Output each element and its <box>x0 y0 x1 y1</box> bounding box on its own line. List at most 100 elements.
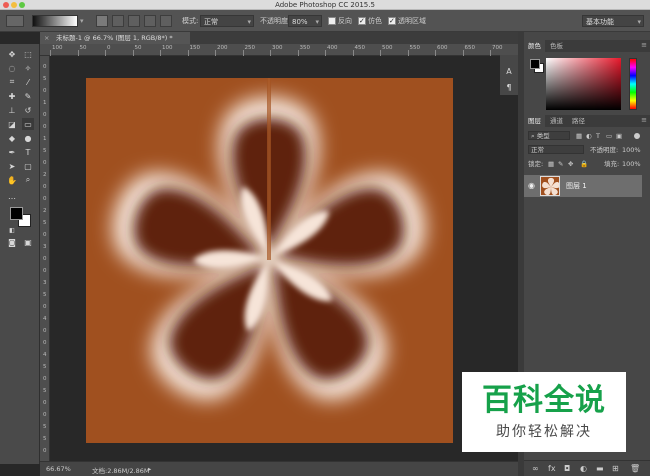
layer-style-icon[interactable]: fx <box>548 464 556 473</box>
link-layers-icon[interactable]: ∞ <box>532 464 539 473</box>
dither-checkbox[interactable] <box>358 15 366 27</box>
transparency-checkbox[interactable] <box>388 15 396 27</box>
tool-preset-picker[interactable] <box>6 15 24 27</box>
marquee-tool-icon[interactable]: ⬚ <box>22 48 34 60</box>
zoom-level[interactable]: 66.67% <box>46 465 71 473</box>
tab-swatches[interactable]: 色板 <box>546 40 567 52</box>
horizontal-ruler: 100 50 0 50 100 150 200 250 300 350 400 450 500 550 60… <box>40 44 518 56</box>
type-tool-icon[interactable]: T <box>22 146 34 158</box>
ruler-label: 5 <box>43 388 47 394</box>
path-selection-tool-icon[interactable]: ➤ <box>6 160 18 172</box>
color-field[interactable] <box>546 58 621 110</box>
screen-mode-icon[interactable]: ▣ <box>22 236 34 248</box>
crop-tool-icon[interactable]: ⌗ <box>6 76 18 88</box>
adjustment-layer-icon[interactable]: ◐ <box>580 464 587 473</box>
linear-gradient-button[interactable] <box>96 15 108 27</box>
gradient-picker-caret[interactable]: ▾ <box>80 15 84 27</box>
quick-mask-icon[interactable]: ◙ <box>6 236 18 248</box>
dodge-tool-icon[interactable]: ● <box>22 132 34 144</box>
fill-label: 填充: <box>604 160 620 168</box>
delete-layer-icon[interactable]: 🗑 <box>630 464 640 473</box>
hue-slider[interactable] <box>629 58 637 110</box>
watermark-title: 百科全说 <box>482 383 606 418</box>
workspace-select[interactable]: 基本功能 ▾ <box>582 15 644 27</box>
tab-paths[interactable]: 路径 <box>568 115 589 127</box>
fill-value[interactable]: 100% <box>622 158 641 170</box>
new-group-icon[interactable]: ▬ <box>596 464 604 473</box>
clone-stamp-tool-icon[interactable]: ⊥ <box>6 104 18 116</box>
healing-brush-tool-icon[interactable]: ✚ <box>6 90 18 102</box>
reverse-checkbox[interactable] <box>328 17 336 25</box>
new-layer-icon[interactable]: ⊞ <box>612 464 619 473</box>
options-bar: ▾ 模式: 正常 ▾ 不透明度: 80% ▾ 反向 仿色 透明区域 基本功能 ▾ <box>0 10 650 32</box>
kind-filter-select[interactable]: ⌕ 类型 <box>528 131 570 140</box>
tab-color[interactable]: 颜色 <box>524 40 545 52</box>
color-panel-tabs: 颜色 色板 ≡ <box>524 40 650 52</box>
filter-shape-icon[interactable]: ▭ <box>606 130 612 142</box>
foreground-color-swatch[interactable] <box>10 207 23 220</box>
eyedropper-tool-icon[interactable]: ⁄ <box>22 76 34 88</box>
ruler-label: 0 <box>43 376 47 382</box>
lock-transparent-icon[interactable]: ▦ <box>548 158 554 170</box>
history-brush-tool-icon[interactable]: ↺ <box>22 104 34 116</box>
lock-move-icon[interactable]: ✥ <box>568 158 573 170</box>
eye-icon[interactable]: ◉ <box>528 181 535 190</box>
zoom-tool-icon[interactable]: ⌕ <box>22 174 34 186</box>
add-mask-icon[interactable]: ◘ <box>564 464 570 473</box>
ruler-label: 0 <box>43 232 47 238</box>
gradient-swatch[interactable] <box>32 15 78 27</box>
status-menu-arrow[interactable]: ▸ <box>148 465 151 473</box>
ruler-label: 550 <box>409 45 421 51</box>
filter-type-icon[interactable]: T <box>596 130 600 142</box>
filter-toggle[interactable] <box>634 133 640 139</box>
lasso-tool-icon[interactable]: ◌ <box>6 62 18 74</box>
lock-brush-icon[interactable]: ✎ <box>558 158 563 170</box>
angle-gradient-button[interactable] <box>128 15 140 27</box>
hand-tool-icon[interactable]: ✋ <box>6 174 18 186</box>
ruler-label: 5 <box>43 364 47 370</box>
close-icon[interactable]: × <box>44 32 49 44</box>
more-tools-icon[interactable]: … <box>6 190 18 202</box>
layer-name[interactable]: 图层 1 <box>566 181 587 191</box>
lock-all-icon[interactable]: 🔒 <box>580 158 588 170</box>
layer-row[interactable]: ◉ 图层 1 <box>524 175 642 197</box>
blur-tool-icon[interactable]: ◆ <box>6 132 18 144</box>
pen-tool-icon[interactable]: ✒ <box>6 146 18 158</box>
filter-pixel-icon[interactable]: ▦ <box>576 130 582 142</box>
magic-wand-tool-icon[interactable]: ✧ <box>22 62 34 74</box>
paragraph-panel-icon[interactable]: ¶ <box>503 81 515 93</box>
reflected-gradient-button[interactable] <box>144 15 156 27</box>
canvas-workspace[interactable] <box>50 56 518 461</box>
document-tab[interactable]: × 未标题-1 @ 66.7% (图层 1, RGB/8*) * <box>40 32 190 44</box>
diamond-gradient-button[interactable] <box>160 15 172 27</box>
opacity-field[interactable]: 80% ▾ <box>288 15 322 27</box>
eraser-tool-icon[interactable]: ◪ <box>6 118 18 130</box>
lock-row: 锁定: ▦ ✎ ✥ 🔒 填充: 100% <box>524 158 650 170</box>
ruler-label: 0 <box>43 184 47 190</box>
move-tool-icon[interactable]: ✥ <box>6 48 18 60</box>
brush-tool-icon[interactable]: ✎ <box>22 90 34 102</box>
tab-layers[interactable]: 图层 <box>524 115 545 127</box>
tab-channels[interactable]: 通道 <box>546 115 567 127</box>
panel-menu-icon[interactable]: ≡ <box>641 41 647 49</box>
lock-label: 锁定: <box>528 160 544 168</box>
ruler-label: 0 <box>43 112 47 118</box>
layers-panel-tabs: 图层 通道 路径 ≡ <box>524 115 650 127</box>
shape-tool-icon[interactable]: ▢ <box>22 160 34 172</box>
ruler-label: 5 <box>43 220 47 226</box>
character-panel-icon[interactable]: A <box>503 65 515 77</box>
filter-smart-object-icon[interactable]: ▣ <box>616 130 622 142</box>
filter-adjustment-icon[interactable]: ◐ <box>586 130 592 142</box>
default-colors-icon[interactable]: ◧ <box>6 224 18 236</box>
gradient-tool-icon[interactable]: ▭ <box>22 118 34 130</box>
layer-opacity-value[interactable]: 100% <box>622 144 641 156</box>
canvas-artwork[interactable] <box>86 78 453 443</box>
blend-mode-select[interactable]: 正常 <box>528 145 584 154</box>
panel-fg-swatch[interactable] <box>530 59 540 69</box>
mode-select[interactable]: 正常 ▾ <box>200 15 254 27</box>
layers-panel-footer: ∞ fx ◘ ◐ ▬ ⊞ 🗑 <box>524 460 650 476</box>
ruler-label: 100 <box>162 45 173 51</box>
ruler-label: 50 <box>79 45 87 51</box>
radial-gradient-button[interactable] <box>112 15 124 27</box>
panel-menu-icon[interactable]: ≡ <box>641 116 647 124</box>
